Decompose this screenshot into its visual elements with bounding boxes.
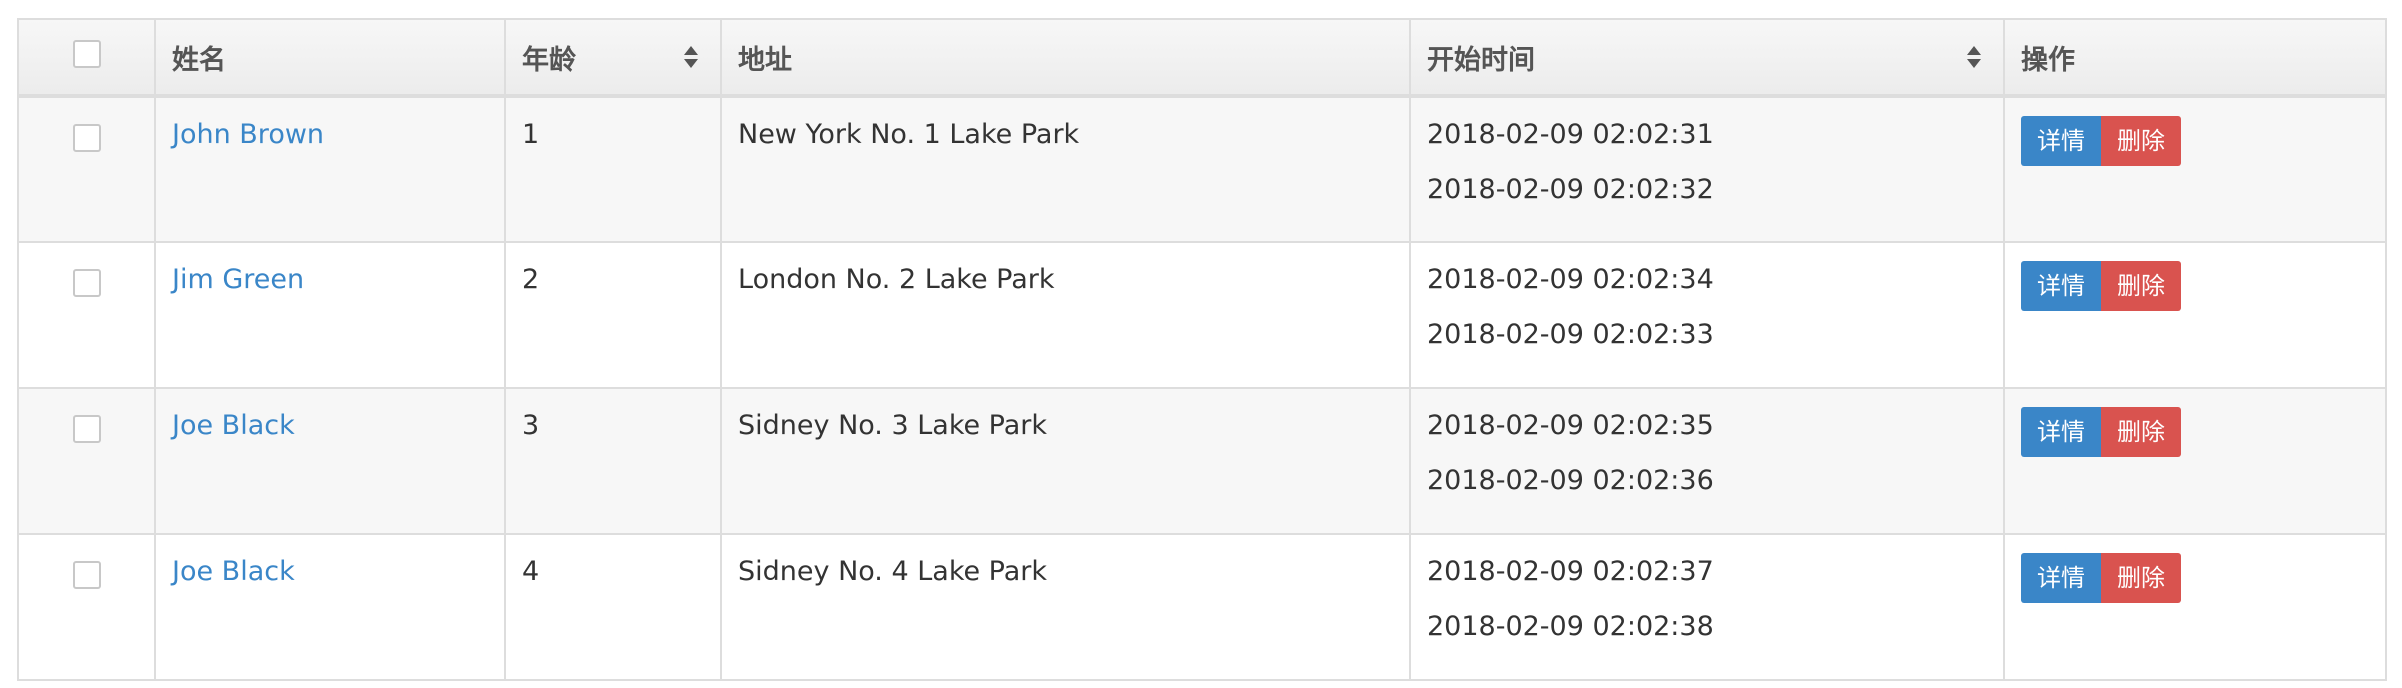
row-checkbox[interactable] <box>72 124 101 152</box>
table-row: John Brown 1 New York No. 1 Lake Park 20… <box>17 95 2387 243</box>
action-button-group: 详情 删除 <box>2021 553 2181 603</box>
action-button-group: 详情 删除 <box>2021 407 2181 457</box>
name-cell: Joe Black <box>154 387 506 535</box>
start-time-cell: 2018-02-09 02:02:35 2018-02-09 02:02:36 <box>1409 387 2005 535</box>
name-link[interactable]: Joe Black <box>172 407 488 445</box>
start-time-value: 2018-02-09 02:02:31 <box>1427 119 1714 150</box>
actions-cell: 详情 删除 <box>2003 387 2387 535</box>
detail-button[interactable]: 详情 <box>2021 116 2101 166</box>
column-header-name: 姓名 <box>154 18 506 98</box>
table-header-row: 姓名 年龄 地址 开始时间 操作 <box>17 18 2387 98</box>
actions-cell: 详情 删除 <box>2003 533 2387 681</box>
row-checkbox[interactable] <box>72 415 101 443</box>
row-checkbox[interactable] <box>72 561 101 589</box>
start-time-value: 2018-02-09 02:02:36 <box>1427 465 1714 496</box>
age-cell: 1 <box>504 95 722 243</box>
column-header-age[interactable]: 年龄 <box>504 18 722 98</box>
name-cell: Jim Green <box>154 241 506 389</box>
address-cell: Sidney No. 4 Lake Park <box>720 533 1411 681</box>
detail-button[interactable]: 详情 <box>2021 553 2101 603</box>
column-header-age-label: 年龄 <box>522 44 576 76</box>
name-link[interactable]: Joe Black <box>172 553 488 591</box>
data-table-container: 姓名 年龄 地址 开始时间 操作 John Brown 1 New York N… <box>17 18 2387 681</box>
start-time-value: 2018-02-09 02:02:38 <box>1427 611 1714 642</box>
age-value: 2 <box>522 264 540 295</box>
start-time-value: 2018-02-09 02:02:34 <box>1427 264 1714 295</box>
name-link[interactable]: John Brown <box>172 116 488 154</box>
select-all-checkbox[interactable] <box>72 39 101 68</box>
address-value: Sidney No. 4 Lake Park <box>738 556 1048 587</box>
age-cell: 4 <box>504 533 722 681</box>
column-header-actions: 操作 <box>2003 18 2387 98</box>
select-all-cell <box>17 18 156 98</box>
name-link[interactable]: Jim Green <box>172 261 488 299</box>
delete-button[interactable]: 删除 <box>2101 261 2181 311</box>
row-select-cell <box>17 387 156 535</box>
table-row: Joe Black 4 Sidney No. 4 Lake Park 2018-… <box>17 533 2387 681</box>
address-cell: Sidney No. 3 Lake Park <box>720 387 1411 535</box>
action-button-group: 详情 删除 <box>2021 261 2181 311</box>
table-body: John Brown 1 New York No. 1 Lake Park 20… <box>17 95 2387 681</box>
address-cell: New York No. 1 Lake Park <box>720 95 1411 243</box>
actions-cell: 详情 删除 <box>2003 241 2387 389</box>
age-value: 3 <box>522 410 540 441</box>
action-button-group: 详情 删除 <box>2021 116 2181 166</box>
column-header-address: 地址 <box>720 18 1411 98</box>
start-time-value: 2018-02-09 02:02:33 <box>1427 319 1714 350</box>
row-select-cell <box>17 241 156 389</box>
age-cell: 2 <box>504 241 722 389</box>
name-cell: Joe Black <box>154 533 506 681</box>
row-checkbox[interactable] <box>72 269 101 297</box>
start-time-value: 2018-02-09 02:02:37 <box>1427 556 1714 587</box>
address-value: Sidney No. 3 Lake Park <box>738 410 1048 441</box>
data-table: 姓名 年龄 地址 开始时间 操作 John Brown 1 New York N… <box>17 18 2387 681</box>
name-cell: John Brown <box>154 95 506 243</box>
actions-cell: 详情 删除 <box>2003 95 2387 243</box>
age-value: 4 <box>522 556 540 587</box>
row-select-cell <box>17 95 156 243</box>
table-header: 姓名 年龄 地址 开始时间 操作 <box>17 18 2387 98</box>
delete-button[interactable]: 删除 <box>2101 407 2181 457</box>
delete-button[interactable]: 删除 <box>2101 553 2181 603</box>
table-row: Joe Black 3 Sidney No. 3 Lake Park 2018-… <box>17 387 2387 535</box>
column-header-start-time-label: 开始时间 <box>1427 44 1535 76</box>
delete-button[interactable]: 删除 <box>2101 116 2181 166</box>
address-cell: London No. 2 Lake Park <box>720 241 1411 389</box>
sort-icon[interactable] <box>684 46 698 68</box>
age-value: 1 <box>522 119 540 150</box>
address-value: New York No. 1 Lake Park <box>738 119 1080 150</box>
column-header-start-time[interactable]: 开始时间 <box>1409 18 2005 98</box>
sort-icon[interactable] <box>1967 46 1981 68</box>
detail-button[interactable]: 详情 <box>2021 407 2101 457</box>
address-value: London No. 2 Lake Park <box>738 264 1055 295</box>
table-row: Jim Green 2 London No. 2 Lake Park 2018-… <box>17 241 2387 389</box>
start-time-cell: 2018-02-09 02:02:37 2018-02-09 02:02:38 <box>1409 533 2005 681</box>
start-time-value: 2018-02-09 02:02:32 <box>1427 174 1714 205</box>
detail-button[interactable]: 详情 <box>2021 261 2101 311</box>
start-time-cell: 2018-02-09 02:02:31 2018-02-09 02:02:32 <box>1409 95 2005 243</box>
row-select-cell <box>17 533 156 681</box>
start-time-cell: 2018-02-09 02:02:34 2018-02-09 02:02:33 <box>1409 241 2005 389</box>
start-time-value: 2018-02-09 02:02:35 <box>1427 410 1714 441</box>
age-cell: 3 <box>504 387 722 535</box>
